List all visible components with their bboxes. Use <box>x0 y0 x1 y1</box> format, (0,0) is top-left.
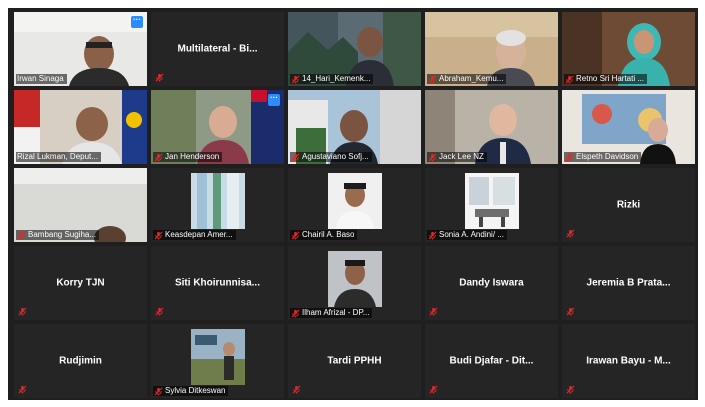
profile-picture <box>327 173 382 229</box>
participant-name: Rudjimin <box>59 355 102 367</box>
muted-microphone-icon <box>154 153 163 162</box>
participant-name-label: Keasdepan Amer... <box>153 230 236 240</box>
participant-tile-12[interactable]: Keasdepan Amer... <box>151 168 284 242</box>
participant-name-label: Sonia A. Andini/ ... <box>427 230 507 240</box>
profile-picture <box>464 173 519 229</box>
participant-tile-8[interactable]: Agustaviano Sofj... <box>288 90 421 164</box>
muted-microphone-icon <box>18 307 27 316</box>
muted-microphone-icon <box>566 229 575 238</box>
participant-tile-24[interactable]: Budi Djafar - Dit... <box>425 324 558 398</box>
muted-microphone-icon <box>17 231 26 240</box>
muted-microphone-icon <box>565 153 574 162</box>
muted-microphone-icon <box>291 231 300 240</box>
muted-microphone-icon <box>428 231 437 240</box>
muted-microphone-icon <box>291 309 300 318</box>
participant-tile-22[interactable]: Sylvia Ditkeswan <box>151 324 284 398</box>
participant-name-label: Jack Lee NZ <box>427 152 487 162</box>
muted-microphone-icon <box>566 307 575 316</box>
meeting-window: ··· Irwan Sinaga Multilateral - Bi... 14… <box>8 8 698 400</box>
participant-name-label: Abraham_Kemu... <box>427 74 507 84</box>
participant-name: Siti Khoirunnisa... <box>174 277 260 289</box>
participant-name: Jeremia B Prata... <box>586 277 671 289</box>
more-options-icon[interactable]: ··· <box>131 16 143 28</box>
participant-name-label: Ilham Afrizal - DP... <box>290 308 373 318</box>
participant-tile-4[interactable]: Abraham_Kemu... <box>425 12 558 86</box>
participant-tile-2[interactable]: Multilateral - Bi... <box>151 12 284 86</box>
participant-name-label: Irwan Sinaga <box>16 74 67 84</box>
muted-microphone-icon <box>566 385 575 394</box>
participant-name-label: Agustaviano Sofj... <box>290 152 372 162</box>
muted-microphone-icon <box>428 153 437 162</box>
muted-microphone-icon <box>565 75 574 84</box>
participant-tile-13[interactable]: Chairil A. Baso <box>288 168 421 242</box>
participant-tile-5[interactable]: Retno Sri Hartati ... <box>562 12 695 86</box>
participant-tile-20[interactable]: Jeremia B Prata... <box>562 246 695 320</box>
participant-tile-9[interactable]: Jack Lee NZ <box>425 90 558 164</box>
participant-tile-14[interactable]: Sonia A. Andini/ ... <box>425 168 558 242</box>
participant-name: Budi Djafar - Dit... <box>449 355 534 367</box>
muted-microphone-icon <box>429 307 438 316</box>
muted-microphone-icon <box>155 73 164 82</box>
profile-picture <box>190 329 245 385</box>
participant-tile-1[interactable]: ··· Irwan Sinaga <box>14 12 147 86</box>
participant-name: Korry TJN <box>56 277 105 289</box>
participant-name-label: Rizal Lukman, Deput... <box>16 152 101 162</box>
participant-name: Rizki <box>616 199 641 211</box>
participant-name-label: Chairil A. Baso <box>290 230 358 240</box>
participant-tile-25[interactable]: Irawan Bayu - M... <box>562 324 695 398</box>
participant-tile-18[interactable]: Ilham Afrizal - DP... <box>288 246 421 320</box>
participant-name-label: Sylvia Ditkeswan <box>153 386 229 396</box>
muted-microphone-icon <box>155 307 164 316</box>
participant-tile-21[interactable]: Rudjimin <box>14 324 147 398</box>
muted-microphone-icon <box>428 75 437 84</box>
participant-tile-23[interactable]: Tardi PPHH <box>288 324 421 398</box>
participant-name-label: 14_Hari_Kemenk... <box>290 74 374 84</box>
participant-tile-3[interactable]: 14_Hari_Kemenk... <box>288 12 421 86</box>
participant-name: Tardi PPHH <box>327 355 382 367</box>
participant-tile-7[interactable]: ··· Jan Henderson <box>151 90 284 164</box>
profile-picture <box>190 173 245 229</box>
profile-picture <box>327 251 382 307</box>
muted-microphone-icon <box>154 231 163 240</box>
muted-microphone-icon <box>18 385 27 394</box>
participant-name-label: Retno Sri Hartati ... <box>564 74 648 84</box>
muted-microphone-icon <box>291 75 300 84</box>
participant-name-label: Bambang Sugiha... <box>16 230 100 240</box>
participant-name: Dandy Iswara <box>459 277 524 289</box>
participant-tile-10[interactable]: Elspeth Davidson <box>562 90 695 164</box>
participant-tile-17[interactable]: Siti Khoirunnisa... <box>151 246 284 320</box>
participant-name: Irawan Bayu - M... <box>586 355 671 367</box>
muted-microphone-icon <box>154 387 163 396</box>
participant-name: Multilateral - Bi... <box>177 43 258 55</box>
participant-tile-16[interactable]: Korry TJN <box>14 246 147 320</box>
participant-tile-6[interactable]: Rizal Lukman, Deput... <box>14 90 147 164</box>
muted-microphone-icon <box>292 385 301 394</box>
muted-microphone-icon <box>429 385 438 394</box>
gallery-grid: ··· Irwan Sinaga Multilateral - Bi... 14… <box>14 12 695 398</box>
participant-tile-19[interactable]: Dandy Iswara <box>425 246 558 320</box>
participant-tile-11[interactable]: Bambang Sugiha... <box>14 168 147 242</box>
more-options-icon[interactable]: ··· <box>268 94 280 106</box>
participant-name-label: Elspeth Davidson <box>564 152 642 162</box>
muted-microphone-icon <box>291 153 300 162</box>
participant-tile-15[interactable]: Rizki <box>562 168 695 242</box>
participant-name-label: Jan Henderson <box>153 152 223 162</box>
